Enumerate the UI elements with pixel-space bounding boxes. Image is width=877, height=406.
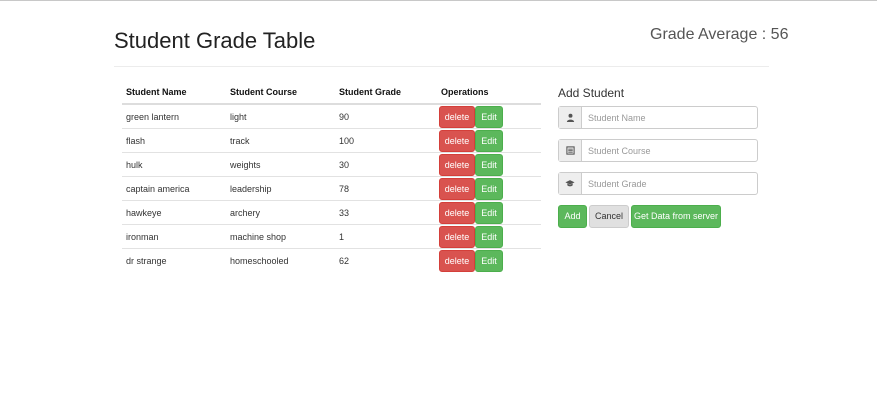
list-alt-icon <box>559 140 582 161</box>
operations-cell: delete Edit <box>437 200 541 225</box>
student-grade-cell: 33 <box>335 200 437 225</box>
student-name-group <box>558 106 758 129</box>
edit-button[interactable]: Edit <box>475 129 503 152</box>
student-grade-cell: 90 <box>335 103 437 129</box>
add-button[interactable]: Add <box>558 205 587 228</box>
user-icon <box>559 107 582 128</box>
student-name-input[interactable] <box>582 107 757 128</box>
delete-button[interactable]: delete <box>439 225 475 248</box>
student-course-cell: weights <box>226 152 335 177</box>
student-grade-cell: 100 <box>335 128 437 153</box>
table-row: flash track 100 delete Edit <box>122 128 541 153</box>
student-course-cell: track <box>226 128 335 153</box>
top-border <box>0 0 877 1</box>
delete-button[interactable]: delete <box>439 105 475 128</box>
student-name-cell: ironman <box>122 224 226 249</box>
table-row: green lantern light 90 delete Edit <box>122 103 541 129</box>
delete-button[interactable]: delete <box>439 129 475 152</box>
edit-button[interactable]: Edit <box>475 249 503 272</box>
table-row: dr strange homeschooled 62 delete Edit <box>122 248 541 272</box>
student-grade-table: Student Name Student Course Student Grad… <box>122 81 541 272</box>
edit-button[interactable]: Edit <box>475 177 503 200</box>
delete-button[interactable]: delete <box>439 153 475 176</box>
table-row: ironman machine shop 1 delete Edit <box>122 224 541 249</box>
student-grade-group <box>558 172 758 195</box>
cancel-button[interactable]: Cancel <box>589 205 629 228</box>
operations-cell: delete Edit <box>437 152 541 177</box>
edit-button[interactable]: Edit <box>475 201 503 224</box>
page-title: Student Grade Table <box>114 28 316 53</box>
student-course-input[interactable] <box>582 140 757 161</box>
delete-button[interactable]: delete <box>439 201 475 224</box>
operations-cell: delete Edit <box>437 128 541 153</box>
get-data-from-server-button[interactable]: Get Data from server <box>631 205 721 228</box>
table-header-row: Student Name Student Course Student Grad… <box>122 81 541 105</box>
column-header-student-grade: Student Grade <box>335 81 437 105</box>
operations-cell: delete Edit <box>437 103 541 129</box>
table-row: captain america leadership 78 delete Edit <box>122 176 541 201</box>
operations-cell: delete Edit <box>437 248 541 272</box>
student-course-cell: leadership <box>226 176 335 201</box>
delete-button[interactable]: delete <box>439 249 475 272</box>
education-icon <box>559 173 582 194</box>
edit-button[interactable]: Edit <box>475 105 503 128</box>
header-divider <box>114 66 769 67</box>
student-grade-input[interactable] <box>582 173 757 194</box>
edit-button[interactable]: Edit <box>475 225 503 248</box>
grade-average: Grade Average : 56 <box>650 26 789 43</box>
table-row: hulk weights 30 delete Edit <box>122 152 541 177</box>
student-name-cell: green lantern <box>122 103 226 129</box>
student-name-cell: captain america <box>122 176 226 201</box>
student-course-cell: machine shop <box>226 224 335 249</box>
operations-cell: delete Edit <box>437 176 541 201</box>
student-name-cell: hulk <box>122 152 226 177</box>
student-course-cell: archery <box>226 200 335 225</box>
student-course-cell: light <box>226 103 335 129</box>
column-header-student-name: Student Name <box>122 81 226 105</box>
student-name-cell: dr strange <box>122 248 226 272</box>
student-grade-cell: 78 <box>335 176 437 201</box>
student-course-group <box>558 139 758 162</box>
table-row: hawkeye archery 33 delete Edit <box>122 200 541 225</box>
student-grade-cell: 30 <box>335 152 437 177</box>
operations-cell: delete Edit <box>437 224 541 249</box>
student-grade-cell: 1 <box>335 224 437 249</box>
student-name-cell: hawkeye <box>122 200 226 225</box>
delete-button[interactable]: delete <box>439 177 475 200</box>
student-name-cell: flash <box>122 128 226 153</box>
column-header-student-course: Student Course <box>226 81 335 105</box>
student-grade-cell: 62 <box>335 248 437 272</box>
add-student-title: Add Student <box>558 86 625 100</box>
edit-button[interactable]: Edit <box>475 153 503 176</box>
column-header-operations: Operations <box>437 81 541 105</box>
student-course-cell: homeschooled <box>226 248 335 272</box>
